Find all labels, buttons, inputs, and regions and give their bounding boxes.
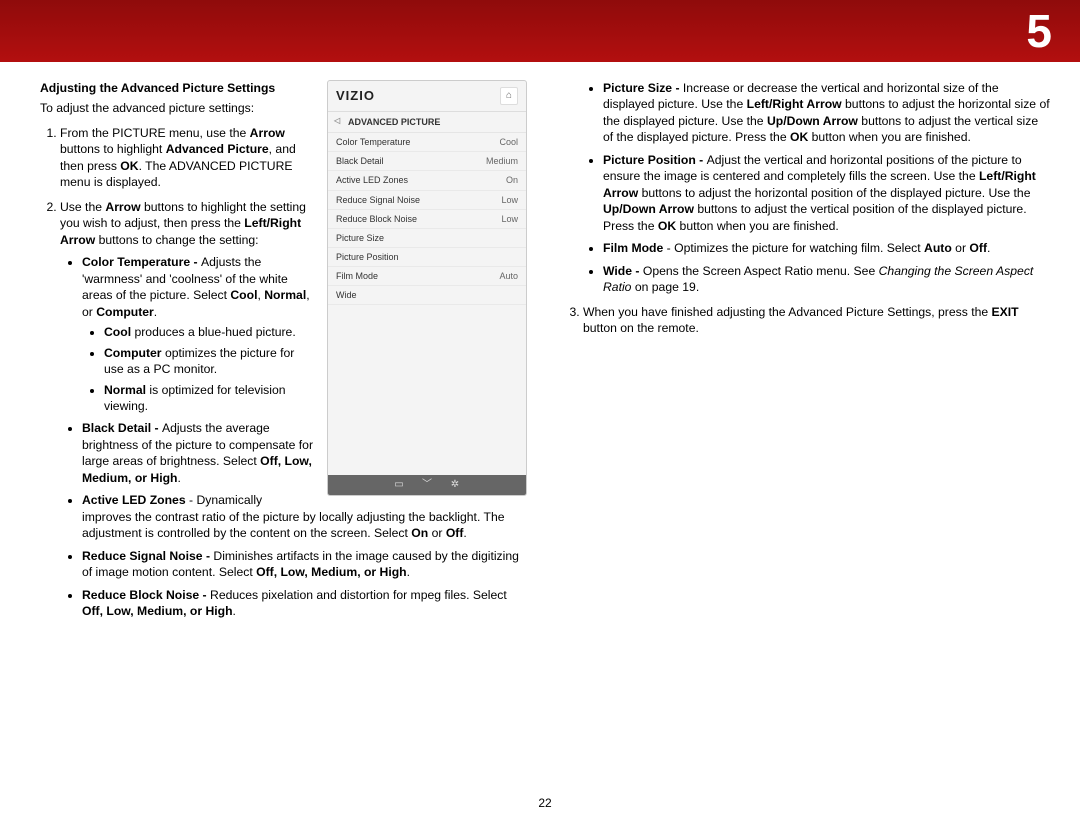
menu-row: Picture Position: [328, 248, 526, 267]
bullet-reduce-signal: Reduce Signal Noise - Diminishes artifac…: [82, 548, 527, 581]
menu-row: Active LED ZonesOn: [328, 171, 526, 190]
bullet-picture-position: Picture Position - Adjust the vertical a…: [603, 152, 1050, 234]
page-number: 22: [40, 796, 1050, 810]
down-chevron-icon: ﹀: [420, 478, 434, 492]
page-body: VIZIO ⌂ ADVANCED PICTURE Color Temperatu…: [40, 80, 1050, 814]
menu-row: Film ModeAuto: [328, 267, 526, 286]
bullet-wide: Wide - Opens the Screen Aspect Ratio men…: [603, 263, 1050, 296]
vizio-logo: VIZIO: [336, 87, 375, 105]
menu-row: Wide: [328, 286, 526, 305]
step-3: When you have finished adjusting the Adv…: [583, 304, 1050, 337]
right-column: Picture Size - Increase or decrease the …: [563, 80, 1050, 628]
vizio-menu: VIZIO ⌂ ADVANCED PICTURE Color Temperatu…: [327, 80, 527, 496]
home-icon: ⌂: [500, 87, 518, 105]
menu-footer: ▭ ﹀ ✲: [328, 475, 526, 495]
menu-row: Picture Size: [328, 229, 526, 248]
menu-row: Color TemperatureCool: [328, 133, 526, 152]
gear-icon: ✲: [448, 478, 462, 492]
bullet-picture-size: Picture Size - Increase or decrease the …: [603, 80, 1050, 146]
chapter-header: 5: [0, 0, 1080, 62]
bullet-film-mode: Film Mode - Optimizes the picture for wa…: [603, 240, 1050, 256]
menu-figure: VIZIO ⌂ ADVANCED PICTURE Color Temperatu…: [327, 80, 527, 496]
display-icon: ▭: [392, 478, 406, 492]
menu-row: Reduce Signal NoiseLow: [328, 191, 526, 210]
chapter-number: 5: [1026, 5, 1052, 57]
bullet-active-led: Active LED Zones - Dynamically improves …: [82, 492, 527, 541]
menu-row: Reduce Block NoiseLow: [328, 210, 526, 229]
menu-title: ADVANCED PICTURE: [328, 112, 526, 133]
bullet-reduce-block: Reduce Block Noise - Reduces pixelation …: [82, 587, 527, 620]
left-column: VIZIO ⌂ ADVANCED PICTURE Color Temperatu…: [40, 80, 527, 628]
menu-row: Black DetailMedium: [328, 152, 526, 171]
